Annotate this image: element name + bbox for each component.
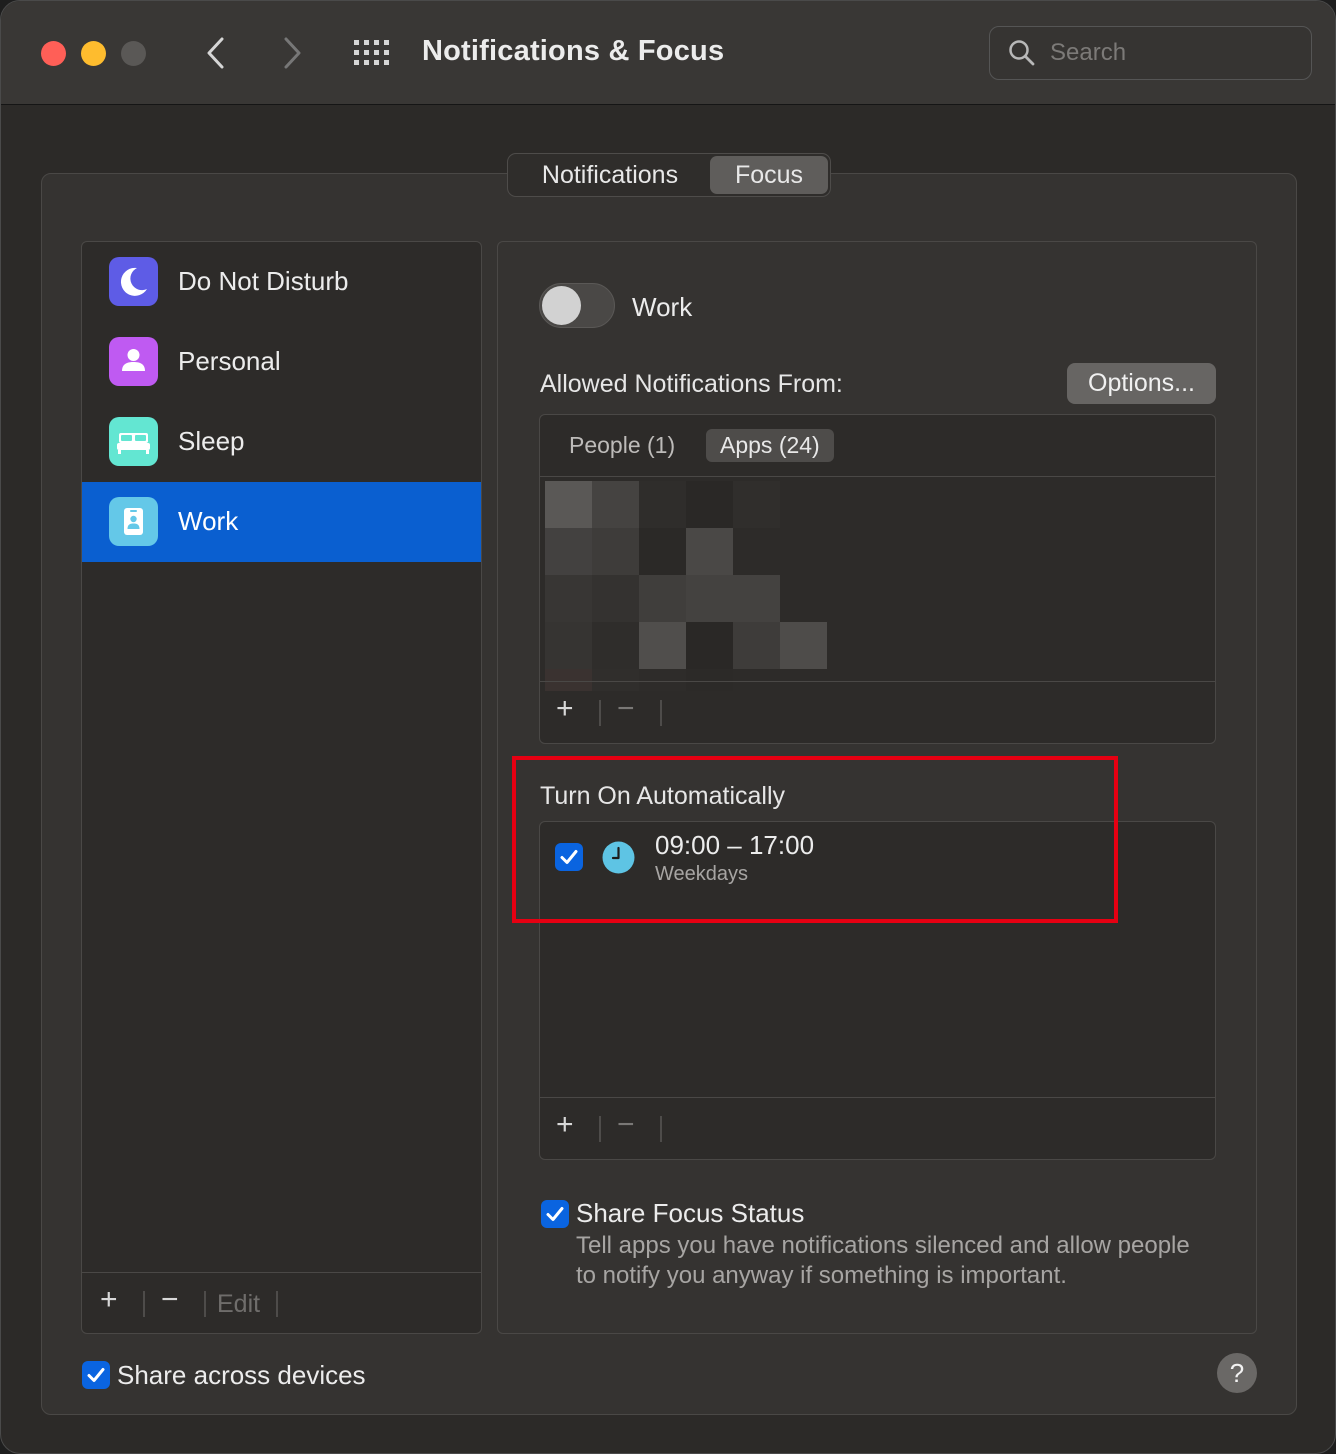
divider — [276, 1291, 278, 1317]
sidebar-item-label: Work — [178, 506, 239, 536]
sidebar-item-label: Sleep — [178, 426, 245, 456]
allowed-tabs: People (1) Apps (24) — [540, 415, 1215, 477]
tab-apps[interactable]: Apps (24) — [706, 429, 834, 462]
share-focus-status-checkbox[interactable] — [541, 1200, 569, 1228]
divider — [204, 1291, 206, 1317]
focus-name-label: Work — [632, 292, 693, 322]
share-across-devices-label: Share across devices — [117, 1360, 366, 1390]
share-focus-status-label: Share Focus Status — [576, 1198, 805, 1228]
back-button[interactable] — [197, 33, 237, 73]
allowed-footer: + − — [540, 681, 1215, 743]
divider — [599, 1116, 601, 1142]
remove-automation-button[interactable]: − — [617, 1108, 635, 1148]
highlight-box — [512, 756, 1118, 923]
allowed-notifications-label: Allowed Notifications From: — [540, 370, 843, 398]
close-window-button[interactable] — [41, 41, 66, 66]
share-across-devices-checkbox[interactable] — [82, 1361, 110, 1389]
zoom-window-button[interactable] — [121, 41, 146, 66]
show-all-button[interactable] — [353, 39, 391, 67]
toggle-knob — [542, 286, 581, 325]
remove-app-button[interactable]: − — [617, 692, 635, 732]
grid-icon — [354, 40, 389, 65]
sidebar-item-sleep[interactable]: Sleep — [82, 402, 481, 482]
tab-people[interactable]: People (1) — [555, 429, 689, 462]
person-icon — [109, 337, 158, 386]
allowed-notifications-box: People (1) Apps (24) + − — [539, 414, 1216, 744]
id-badge-icon — [109, 497, 158, 546]
focus-list-sidebar: Do Not Disturb Personal Sleep Work + − E — [81, 241, 482, 1334]
divider — [143, 1291, 145, 1317]
tab-focus[interactable]: Focus — [710, 156, 828, 194]
segmented-control: Notifications Focus — [507, 153, 831, 197]
focus-enable-toggle[interactable] — [539, 283, 615, 328]
chevron-left-icon — [207, 37, 224, 69]
system-preferences-window: Notifications & Focus Notifications Focu… — [0, 0, 1336, 1454]
add-automation-button[interactable]: + — [556, 1108, 574, 1148]
search-field[interactable] — [989, 26, 1312, 80]
sidebar-item-label: Personal — [178, 346, 281, 376]
chevron-right-icon — [284, 37, 301, 69]
window-title: Notifications & Focus — [422, 35, 725, 67]
sidebar-footer: + − Edit — [82, 1272, 481, 1333]
edit-button[interactable]: Edit — [217, 1290, 260, 1319]
remove-focus-button[interactable]: − — [161, 1283, 179, 1323]
minimize-window-button[interactable] — [81, 41, 106, 66]
divider — [660, 1116, 662, 1142]
checkmark-icon — [87, 1368, 105, 1382]
sidebar-item-personal[interactable]: Personal — [82, 322, 481, 402]
share-focus-status-description: Tell apps you have notifications silence… — [576, 1232, 1190, 1289]
add-app-button[interactable]: + — [556, 692, 574, 732]
tab-notifications[interactable]: Notifications — [510, 156, 710, 194]
sidebar-item-label: Do Not Disturb — [178, 266, 349, 296]
help-button[interactable]: ? — [1217, 1353, 1257, 1393]
divider — [660, 700, 662, 726]
bed-icon — [109, 417, 158, 466]
search-icon — [1009, 40, 1035, 66]
title-bar: Notifications & Focus — [1, 1, 1335, 105]
forward-button[interactable] — [271, 33, 311, 73]
search-input[interactable] — [1050, 35, 1295, 71]
sidebar-item-work[interactable]: Work — [82, 482, 481, 562]
app-icons-blurred — [545, 481, 875, 691]
moon-icon — [109, 257, 158, 306]
options-button[interactable]: Options... — [1067, 363, 1216, 404]
sidebar-item-do-not-disturb[interactable]: Do Not Disturb — [82, 242, 481, 322]
divider — [599, 700, 601, 726]
automation-footer: + − — [540, 1097, 1215, 1159]
checkmark-icon — [546, 1207, 564, 1221]
add-focus-button[interactable]: + — [100, 1283, 118, 1323]
